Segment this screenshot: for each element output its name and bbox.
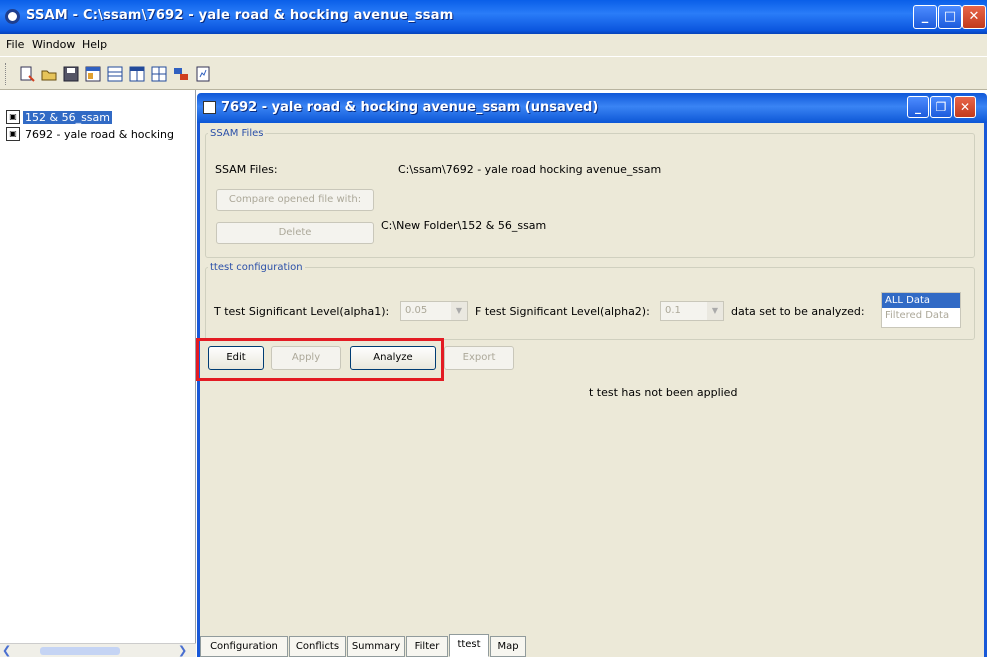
chevron-down-icon[interactable]: ▼ (451, 302, 467, 320)
t-test-level-select[interactable]: 0.05 ▼ (400, 301, 468, 321)
window-title: SSAM - C:\ssam\7692 - yale road & hockin… (26, 8, 454, 23)
tree-item[interactable]: ▣ 152 & 56_ssam (6, 109, 112, 125)
ssam-file-path-1: C:\ssam\7692 - yale road hocking avenue_… (398, 163, 662, 176)
ttest-configuration-legend: ttest configuration (210, 262, 303, 273)
toolbar-grip[interactable] (5, 63, 8, 85)
save-icon[interactable] (62, 65, 80, 83)
tree-item-label[interactable]: 7692 - yale road & hocking (23, 128, 176, 141)
chevron-down-icon[interactable]: ▼ (707, 302, 723, 320)
open-icon[interactable] (40, 65, 58, 83)
table-icon[interactable] (150, 65, 168, 83)
ssam-files-legend: SSAM Files (210, 128, 264, 139)
t-test-level-label: T test Significant Level(alpha1): (214, 305, 390, 318)
file-node-icon: ▣ (6, 127, 20, 141)
compare-opened-file-button[interactable]: Compare opened file with: (216, 189, 374, 211)
title-bar: SSAM - C:\ssam\7692 - yale road & hockin… (0, 0, 987, 34)
compare-icon[interactable] (84, 65, 102, 83)
tab-map[interactable]: Map (490, 636, 526, 657)
data-set-label: data set to be analyzed: (731, 305, 865, 318)
minimize-button[interactable]: _ (913, 5, 937, 29)
horizontal-scrollbar[interactable]: ❮ ❯ (0, 643, 196, 657)
data-set-listbox[interactable]: ALL Data Filtered Data (881, 292, 961, 328)
list-icon[interactable] (106, 65, 124, 83)
frame-minimize-button[interactable]: _ (907, 96, 929, 118)
tree-item[interactable]: ▣ 7692 - yale road & hocking (6, 126, 176, 142)
frame-title: 7692 - yale road & hocking avenue_ssam (… (221, 100, 599, 115)
new-project-icon[interactable] (18, 65, 36, 83)
tab-summary[interactable]: Summary (347, 636, 405, 657)
ttest-configuration-group: ttest configuration (205, 262, 975, 340)
internal-frame-title-bar: 7692 - yale road & hocking avenue_ssam (… (197, 93, 987, 123)
menu-window[interactable]: Window (32, 38, 75, 51)
highlight-box (196, 338, 444, 381)
tab-conflicts[interactable]: Conflicts (289, 636, 346, 657)
close-button[interactable]: ✕ (962, 5, 986, 29)
menu-file[interactable]: File (6, 38, 24, 51)
f-test-level-select[interactable]: 0.1 ▼ (660, 301, 724, 321)
f-test-level-value: 0.1 (665, 305, 681, 316)
tab-filter[interactable]: Filter (406, 636, 448, 657)
menu-help[interactable]: Help (82, 38, 107, 51)
tree-item-label[interactable]: 152 & 56_ssam (23, 110, 112, 124)
scroll-right-icon[interactable]: ❯ (178, 644, 187, 657)
report-icon[interactable] (194, 65, 212, 83)
file-node-icon: ▣ (6, 110, 20, 124)
data-set-option[interactable]: Filtered Data (882, 308, 960, 323)
grid-icon[interactable] (128, 65, 146, 83)
menu-bar: File Window Help (0, 34, 987, 56)
data-set-option[interactable]: ALL Data (882, 293, 960, 308)
chart-icon[interactable] (172, 65, 190, 83)
export-button[interactable]: Export (444, 346, 514, 370)
frame-restore-button[interactable]: ❐ (930, 96, 952, 118)
project-tree: ▣ 152 & 56_ssam ▣ 7692 - yale road & hoc… (0, 90, 196, 657)
f-test-level-label: F test Significant Level(alpha2): (475, 305, 650, 318)
frame-icon (203, 101, 216, 114)
maximize-button[interactable]: □ (938, 5, 962, 29)
tab-ttest[interactable]: ttest (449, 634, 489, 657)
ssam-file-path-2: C:\New Folder\152 & 56_ssam (381, 219, 547, 232)
scroll-thumb[interactable] (40, 647, 120, 655)
status-text: t test has not been applied (589, 386, 738, 399)
scroll-left-icon[interactable]: ❮ (2, 644, 11, 657)
delete-button[interactable]: Delete (216, 222, 374, 244)
toolbar (0, 56, 987, 90)
tab-configuration[interactable]: Configuration (200, 636, 288, 657)
app-icon (5, 9, 20, 24)
t-test-level-value: 0.05 (405, 305, 428, 316)
frame-close-button[interactable]: ✕ (954, 96, 976, 118)
ssam-files-label: SSAM Files: (215, 163, 278, 176)
